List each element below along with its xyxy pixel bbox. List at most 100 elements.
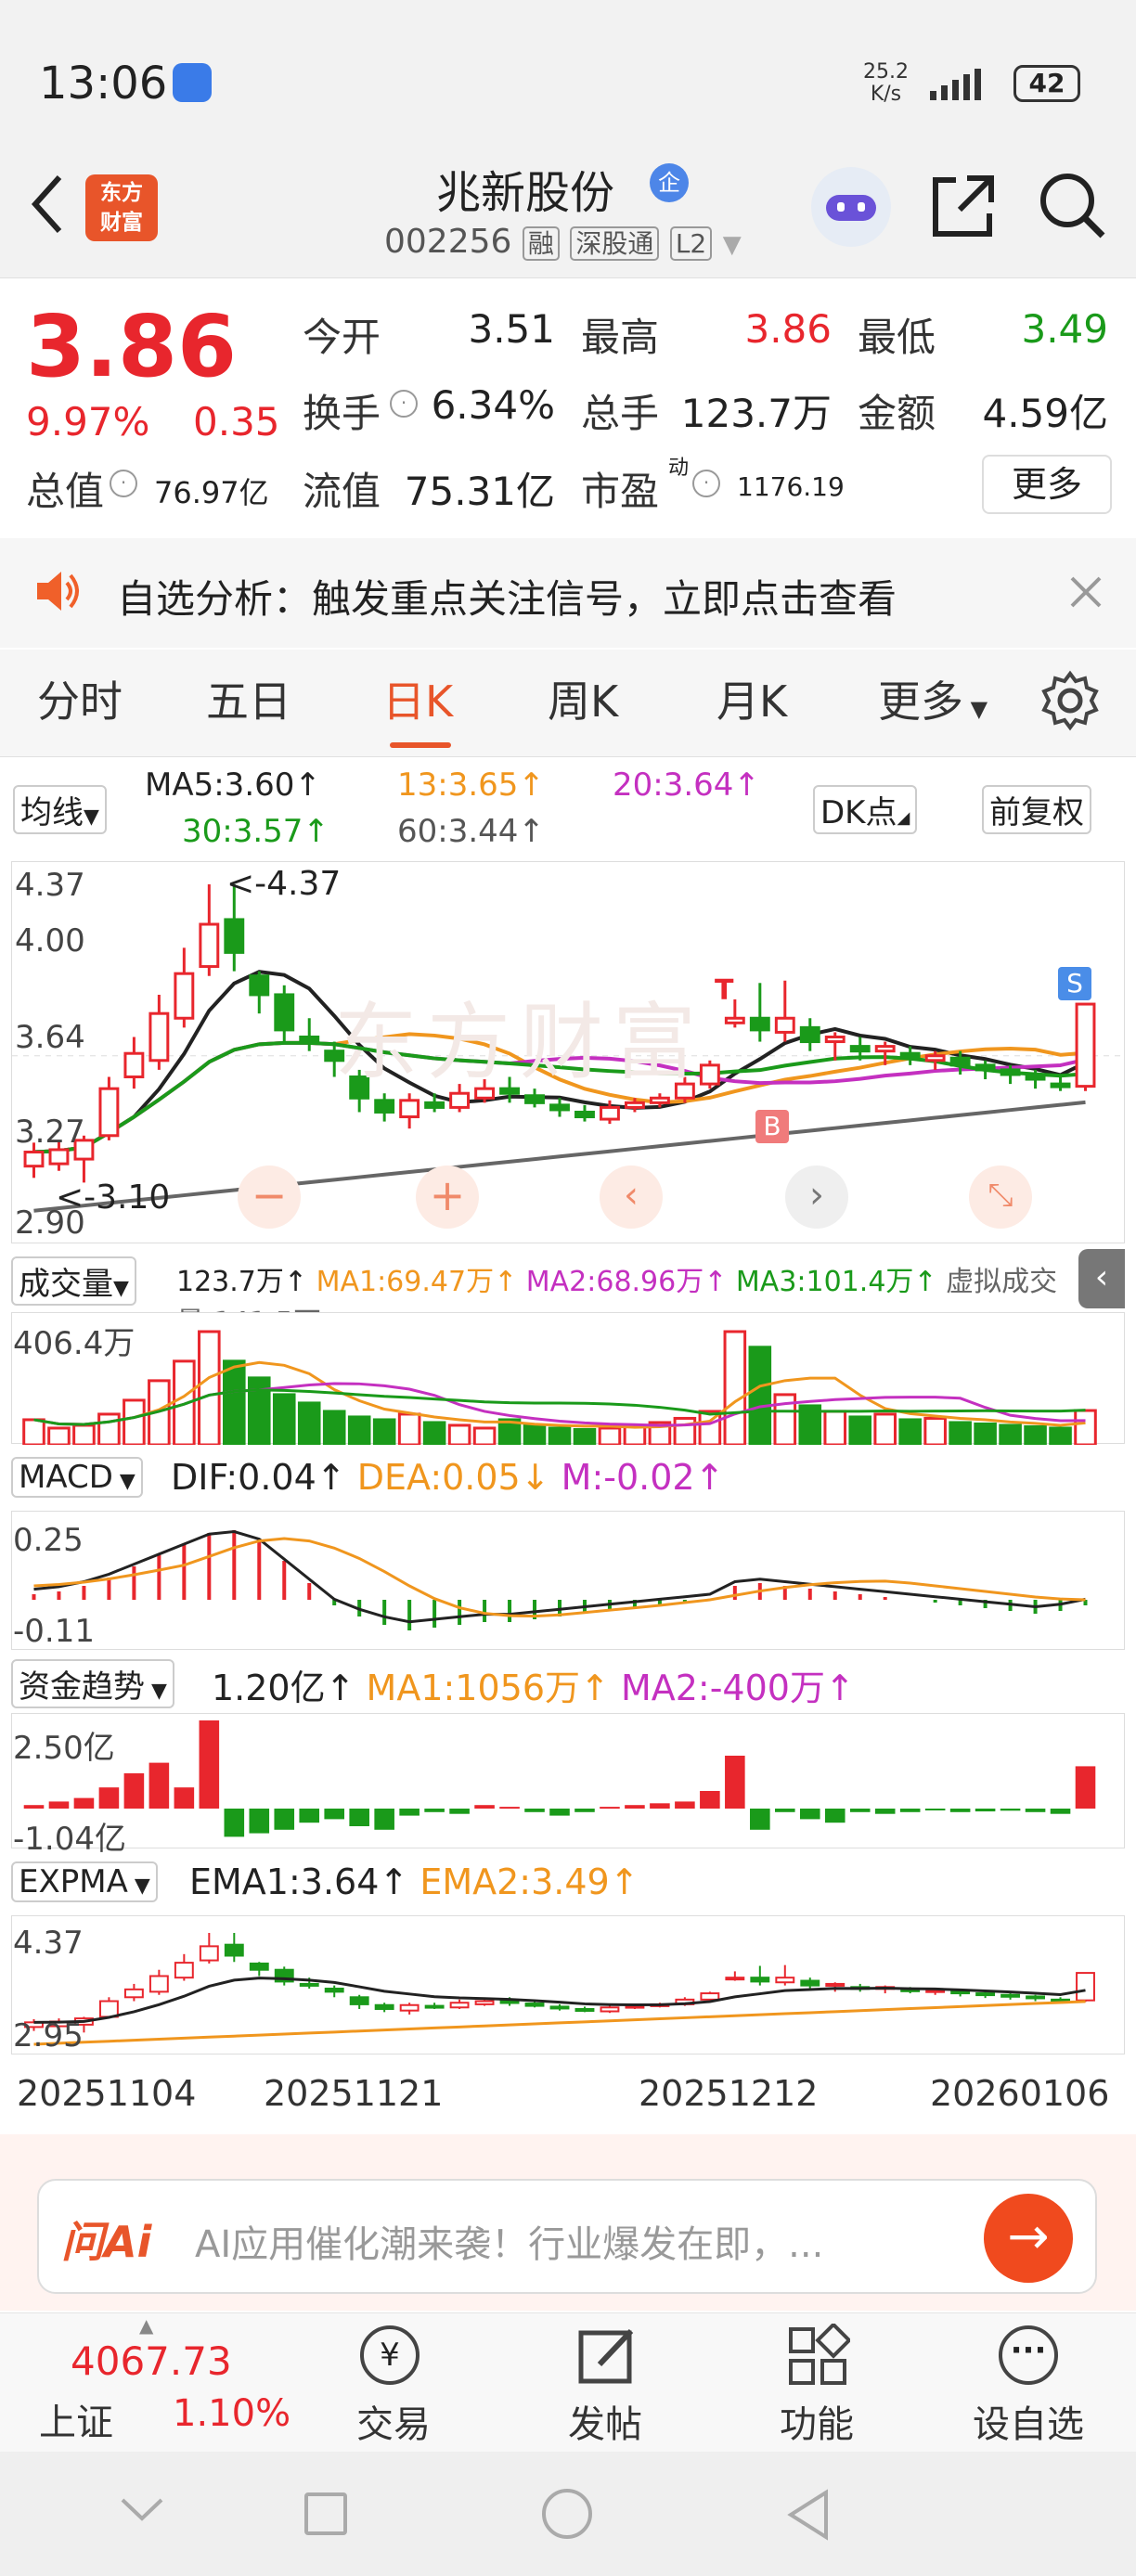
scroll-right-button[interactable]: › — [785, 1166, 848, 1229]
expma-candle-body — [399, 2003, 420, 2012]
info-icon[interactable]: · — [692, 470, 720, 497]
nav-trade[interactable]: 交易 — [356, 2394, 431, 2448]
candle-body — [549, 1103, 570, 1112]
ai-prompt-text[interactable]: AI应用催化潮来袭！行业爆发在即，... — [195, 2214, 937, 2268]
active-tab-indicator — [390, 742, 451, 748]
open-label: 今开 — [303, 315, 381, 360]
y-label-mid: 3.64 — [15, 1019, 85, 1056]
change-amount: 0.35 — [193, 399, 280, 444]
function-icon[interactable] — [785, 2324, 850, 2389]
collapse-panel-button[interactable]: ‹ — [1078, 1249, 1125, 1308]
info-icon[interactable]: · — [390, 390, 418, 418]
signal-icon — [930, 69, 981, 100]
fund-y-bottom: -1.04亿 — [13, 1821, 126, 1858]
zoom-in-button[interactable]: + — [416, 1166, 479, 1229]
volume-bar — [198, 1330, 221, 1447]
recent-apps-icon[interactable] — [304, 2492, 347, 2535]
expma-selector[interactable]: EXPMA ▼ — [11, 1861, 158, 1902]
robot-avatar-icon[interactable] — [811, 167, 891, 247]
tab-monthly-k[interactable]: 月K — [716, 668, 787, 729]
more-button[interactable]: 更多 — [982, 455, 1112, 514]
change-pct: 9.97% — [26, 399, 150, 444]
index-value[interactable]: 4067.73 — [71, 2338, 232, 2384]
home-icon[interactable] — [542, 2489, 592, 2539]
index-pct[interactable]: 1.10% — [173, 2392, 290, 2435]
macd-y-top: 0.25 — [13, 1522, 84, 1559]
expma-candle-body — [199, 1945, 219, 1962]
close-icon[interactable] — [1069, 575, 1103, 609]
nav-add-watch[interactable]: 设自选 — [973, 2394, 1084, 2448]
volume-selector[interactable]: 成交量▼ — [11, 1256, 136, 1306]
tab-more-label: 更多 — [878, 676, 963, 727]
back-arrow-icon[interactable] — [28, 172, 65, 237]
fund-bar — [199, 1720, 220, 1809]
ma20-text: 20:3.64 — [613, 766, 734, 804]
fund-bar — [549, 1809, 570, 1816]
share-icon[interactable] — [928, 171, 999, 241]
candle-body — [1000, 1068, 1021, 1076]
chevron-down-icon[interactable] — [119, 2496, 165, 2524]
adjust-selector[interactable]: 前复权 — [982, 785, 1091, 834]
date-label-2: 20251121 — [264, 2073, 444, 2114]
fund-bar — [750, 1809, 770, 1830]
candle-body — [1075, 1002, 1096, 1088]
tab-daily-k[interactable]: 日K — [382, 668, 453, 729]
y-label-2: 4.00 — [15, 922, 85, 960]
expma-candle-body — [424, 2004, 445, 2009]
dk-point-selector[interactable]: DK点◢ — [813, 785, 918, 834]
expma-candle-body — [148, 1975, 169, 1993]
notice-text[interactable]: 自选分析：触发重点关注信号，立即点击查看 — [117, 568, 897, 625]
volume-svg — [22, 1330, 1097, 1447]
pe-super: 动 — [668, 457, 690, 480]
logo-line2: 财富 — [100, 211, 143, 235]
caret-down-icon: ▼ — [963, 696, 988, 722]
tab-weekly-k[interactable]: 周K — [548, 668, 618, 729]
fund-bar — [600, 1807, 620, 1810]
macd-selector[interactable]: MACD ▼ — [11, 1457, 143, 1498]
post-icon[interactable] — [575, 2324, 640, 2389]
volume-bar — [1024, 1424, 1047, 1447]
candle-body — [48, 1148, 70, 1166]
volume-ma1: MA1:69.47万 — [316, 1266, 495, 1298]
fund-bar — [424, 1809, 445, 1812]
buy-marker[interactable]: B — [755, 1110, 789, 1143]
fund-bar — [975, 1809, 996, 1812]
back-triangle-icon[interactable] — [785, 2489, 832, 2541]
ai-send-button[interactable]: → — [984, 2194, 1073, 2283]
expma-candle-body — [700, 1992, 720, 2001]
trade-icon[interactable]: ¥ — [360, 2325, 420, 2385]
settings-gear-icon[interactable] — [1039, 670, 1101, 731]
fund-bar — [499, 1807, 520, 1810]
date-axis: 20251104 20251121 20251212 20260106 — [11, 2071, 1125, 2136]
fullscreen-button[interactable]: ⤡ — [969, 1166, 1032, 1229]
search-icon[interactable] — [1038, 171, 1108, 241]
scroll-left-button[interactable]: ‹ — [600, 1166, 663, 1229]
fund-chart — [11, 1713, 1125, 1848]
fund-bar — [1025, 1809, 1046, 1812]
fund-bar — [274, 1809, 295, 1830]
fund-bar — [224, 1809, 245, 1837]
info-icon[interactable]: · — [110, 470, 137, 497]
fund-selector[interactable]: 资金趋势 ▼ — [11, 1659, 174, 1708]
fund-bar — [849, 1809, 871, 1812]
expma-candle-body — [449, 2002, 470, 2009]
macd-dea: DEA:0.05 — [356, 1457, 521, 1498]
app-logo[interactable]: 东方 财富 — [85, 174, 158, 241]
fund-ma1: MA1:1056万 — [366, 1668, 581, 1708]
nav-function[interactable]: 功能 — [780, 2394, 854, 2448]
candle-body — [975, 1063, 996, 1072]
tab-intraday[interactable]: 分时 — [37, 668, 123, 729]
volume-bar — [297, 1401, 321, 1447]
sell-marker[interactable]: S — [1058, 967, 1091, 1000]
volume-bar — [47, 1426, 71, 1447]
tab-five-day[interactable]: 五日 — [206, 668, 291, 729]
nav-post[interactable]: 发帖 — [568, 2394, 642, 2448]
stock-code-row[interactable]: 002256 融 深股通 L2 ▼ — [384, 223, 742, 261]
ma-selector[interactable]: 均线▼ — [13, 785, 107, 834]
zoom-out-button[interactable]: − — [238, 1166, 301, 1229]
fund-bar — [98, 1787, 120, 1809]
tab-more[interactable]: 更多 ▼ — [878, 668, 988, 729]
index-name[interactable]: 上证 — [39, 2392, 113, 2446]
more-dots-icon[interactable]: ··· — [999, 2325, 1058, 2385]
fund-bar — [374, 1809, 394, 1830]
